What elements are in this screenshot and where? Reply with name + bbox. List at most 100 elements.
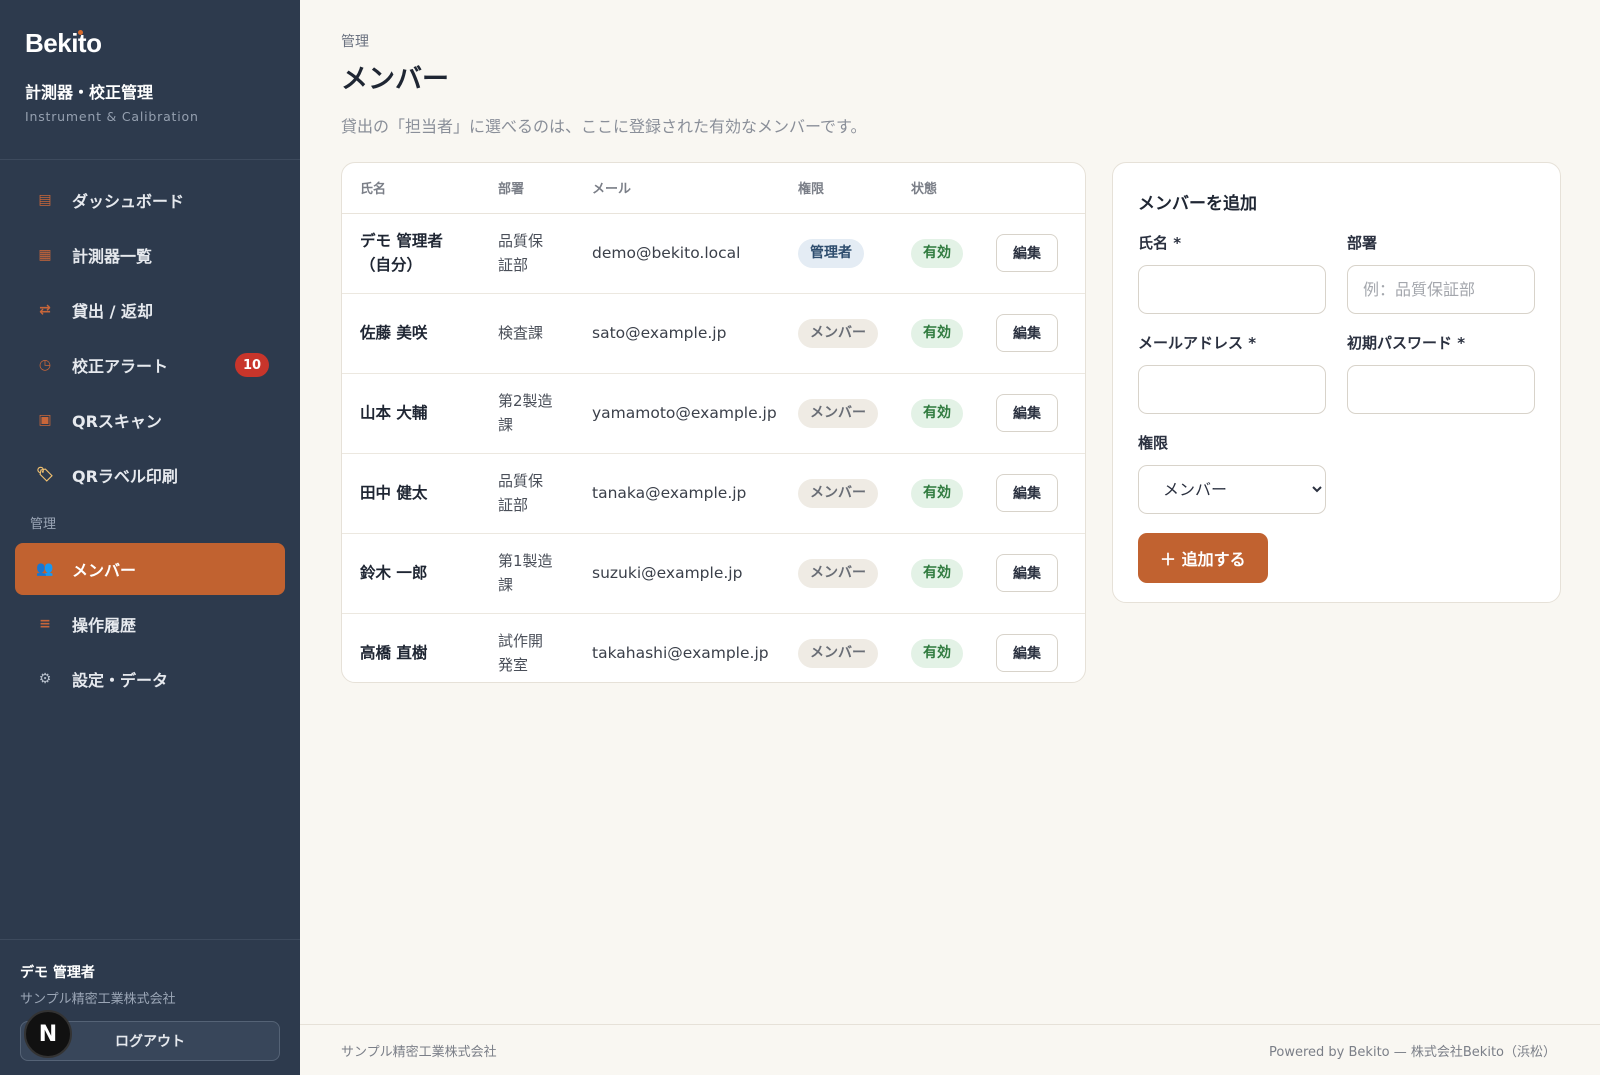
edit-button[interactable]: 編集 xyxy=(996,234,1058,272)
members-table: 氏名 部署 メール 権限 状態 デモ 管理者 （自分） 品質保 証部 demo@beki… xyxy=(342,163,1085,682)
email-input[interactable] xyxy=(1138,365,1326,414)
member-dept: 品質保 証部 xyxy=(480,453,574,534)
sidebar-item-label: 操作履歴 xyxy=(72,616,137,635)
column-header-status: 状態 xyxy=(893,163,978,214)
member-name: デモ 管理者 （自分） xyxy=(342,213,480,294)
users-icon: 👥 xyxy=(36,561,54,577)
member-dept: 検査課 xyxy=(480,293,574,374)
member-role-cell: メンバー xyxy=(780,613,893,682)
swap-icon: ⇄ xyxy=(39,302,51,318)
member-role-cell: メンバー xyxy=(780,453,893,534)
instrument-list-icon: ▦ xyxy=(38,247,52,263)
sidebar-item-lending[interactable]: ⇄ 貸出 / 返却 xyxy=(15,284,285,336)
footer-powered-by: Powered by Bekito — 株式会社Bekito（浜松） xyxy=(1269,1045,1556,1060)
sidebar-item-instruments[interactable]: ▦ 計測器一覧 xyxy=(15,229,285,281)
page-description: 貸出の「担当者」に選べるのは、ここに登録された有効なメンバーです。 xyxy=(341,117,867,136)
sidebar-item-members[interactable]: 👥 メンバー xyxy=(15,543,285,595)
app-subtitle: Instrument & Calibration xyxy=(25,109,199,124)
edit-button[interactable]: 編集 xyxy=(996,554,1058,592)
member-name: 佐藤 美咲 xyxy=(342,293,480,374)
status-badge: 有効 xyxy=(911,478,963,508)
sidebar-item-label: 設定・データ xyxy=(72,671,169,690)
edit-button[interactable]: 編集 xyxy=(996,314,1058,352)
alert-count-badge: 10 xyxy=(235,353,269,377)
sidebar-item-qr-label[interactable]: 🏷 QRラベル印刷 xyxy=(15,449,285,501)
brand-area: Bekito 計測器・校正管理 Instrument & Calibration xyxy=(0,0,300,160)
qr-scan-icon: ▣ xyxy=(38,412,52,428)
table-row: デモ 管理者 （自分） 品質保 証部 demo@bekito.local 管理者 有効 編集 xyxy=(342,213,1085,294)
sidebar-item-label: QRスキャン xyxy=(72,412,162,431)
member-actions-cell: 編集 xyxy=(978,373,1085,454)
sidebar-item-calibration-alert[interactable]: ◷ 校正アラート 10 xyxy=(15,339,285,391)
member-role-cell: 管理者 xyxy=(780,213,893,294)
status-badge: 有効 xyxy=(911,398,963,428)
page-footer: サンプル精密工業株式会社 Powered by Bekito — 株式会社Bek… xyxy=(300,1024,1600,1075)
password-input[interactable] xyxy=(1347,365,1535,414)
avatar[interactable]: N xyxy=(24,1010,72,1058)
role-badge: メンバー xyxy=(798,478,878,508)
email-label: メールアドレス * xyxy=(1138,334,1257,352)
sidebar-item-settings[interactable]: ⚙ 設定・データ xyxy=(15,653,285,705)
role-select[interactable]: メンバー xyxy=(1138,465,1326,514)
app-title: 計測器・校正管理 xyxy=(25,83,154,102)
status-badge: 有効 xyxy=(911,638,963,668)
sidebar-item-label: QRラベル印刷 xyxy=(72,467,178,486)
history-icon: ≡ xyxy=(39,616,51,632)
table-row: 高橋 直樹 試作開 発室 takahashi@example.jp メンバー 有効 編集 xyxy=(342,613,1085,682)
role-badge: メンバー xyxy=(798,558,878,588)
member-role-cell: メンバー xyxy=(780,533,893,614)
member-email: sato@example.jp xyxy=(574,293,780,374)
role-badge: 管理者 xyxy=(798,238,864,268)
column-header-actions xyxy=(978,163,1085,214)
main-content: 管理 メンバー 貸出の「担当者」に選べるのは、ここに登録された有効なメンバーです… xyxy=(300,0,1600,1075)
table-row: 鈴木 一郎 第1製造課 suzuki@example.jp メンバー 有効 編集 xyxy=(342,533,1085,614)
member-email: yamamoto@example.jp xyxy=(574,373,780,454)
sidebar-item-label: 貸出 / 返却 xyxy=(72,302,153,321)
add-member-button[interactable]: ＋ 追加する xyxy=(1138,533,1268,583)
member-dept: 試作開 発室 xyxy=(498,632,544,675)
logo-dot-icon xyxy=(78,30,83,35)
add-member-title: メンバーを追加 xyxy=(1138,194,1257,214)
sidebar-item-label: ダッシュボード xyxy=(72,192,185,211)
member-actions-cell: 編集 xyxy=(978,213,1085,294)
page-title: メンバー xyxy=(341,64,449,95)
role-badge: メンバー xyxy=(798,638,878,668)
name-input[interactable] xyxy=(1138,265,1326,314)
gear-icon: ⚙ xyxy=(38,671,52,687)
sidebar: Bekito 計測器・校正管理 Instrument & Calibration… xyxy=(0,0,300,1075)
member-name: 高橋 直樹 xyxy=(360,644,428,663)
sidebar-item-label: 校正アラート xyxy=(72,357,169,376)
table-header-row: 氏名 部署 メール 権限 状態 xyxy=(342,163,1085,214)
member-dept: 第1製造課 xyxy=(480,533,574,614)
footer-company: サンプル精密工業株式会社 xyxy=(341,1045,497,1060)
sidebar-item-qr-scan[interactable]: ▣ QRスキャン xyxy=(15,394,285,446)
app-logo[interactable]: Bekito xyxy=(25,28,102,59)
dept-input[interactable] xyxy=(1347,265,1535,314)
member-status-cell: 有効 xyxy=(893,533,978,614)
status-badge: 有効 xyxy=(911,318,963,348)
role-badge: メンバー xyxy=(798,398,878,428)
sidebar-item-dashboard[interactable]: ▤ ダッシュボード xyxy=(15,174,285,226)
add-member-card: メンバーを追加 氏名 * 部署 メールアドレス * 初期パスワード * xyxy=(1112,162,1561,603)
sidebar-item-label: 計測器一覧 xyxy=(72,247,153,266)
member-role-cell: メンバー xyxy=(780,293,893,374)
table-row: 佐藤 美咲 検査課 sato@example.jp メンバー 有効 編集 xyxy=(342,293,1085,374)
sidebar-item-history[interactable]: ≡ 操作履歴 xyxy=(15,598,285,650)
status-badge: 有効 xyxy=(911,238,963,268)
user-organization: サンプル精密工業株式会社 xyxy=(20,992,176,1007)
member-status-cell: 有効 xyxy=(893,613,978,682)
edit-button[interactable]: 編集 xyxy=(996,394,1058,432)
logout-button[interactable]: N ログアウト xyxy=(20,1010,280,1061)
column-header-dept: 部署 xyxy=(480,163,574,214)
member-actions-cell: 編集 xyxy=(978,533,1085,614)
table-row: 田中 健太 品質保 証部 tanaka@example.jp メンバー 有効 編集 xyxy=(342,453,1085,534)
edit-button[interactable]: 編集 xyxy=(996,634,1058,673)
sidebar-user-panel: デモ 管理者 サンプル精密工業株式会社 N ログアウト xyxy=(0,939,300,1075)
breadcrumb: 管理 xyxy=(341,34,369,50)
edit-button[interactable]: 編集 xyxy=(996,474,1058,512)
table-row: 山本 大輔 第2製造課 yamamoto@example.jp メンバー 有効 編集 xyxy=(342,373,1085,454)
member-dept: 第2製造課 xyxy=(480,373,574,454)
member-actions-cell: 編集 xyxy=(978,613,1085,682)
member-role-cell: メンバー xyxy=(780,373,893,454)
logout-label: ログアウト xyxy=(115,1034,185,1050)
